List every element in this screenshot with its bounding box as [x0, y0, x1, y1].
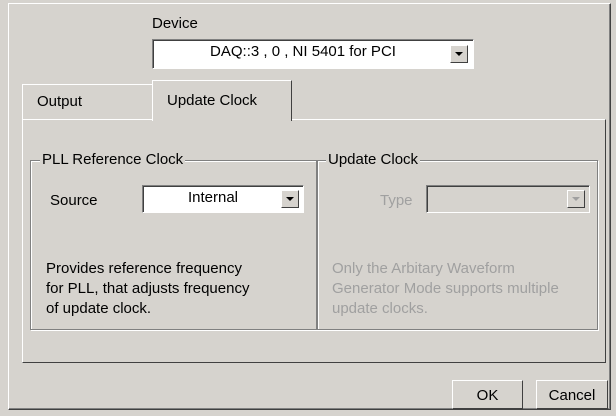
type-dropdown-button[interactable] — [567, 190, 585, 208]
tab-output[interactable]: Output — [22, 84, 153, 119]
pll-description: Provides reference frequency for PLL, th… — [46, 260, 250, 317]
chevron-down-icon — [455, 52, 463, 56]
source-dropdown-button[interactable] — [281, 190, 299, 208]
tab-update-clock[interactable]: Update Clock — [152, 80, 292, 121]
update-clock-description: Only the Arbitary Waveform Generator Mod… — [332, 260, 559, 317]
chevron-down-icon — [286, 197, 294, 201]
device-select-value: DAQ::3 , 0 , NI 5401 for PCI — [210, 43, 396, 60]
chevron-down-icon — [572, 197, 580, 201]
source-label: Source — [50, 192, 98, 209]
device-select[interactable]: DAQ::3 , 0 , NI 5401 for PCI — [152, 39, 474, 69]
tab-update-clock-label: Update Clock — [167, 92, 258, 109]
tab-output-label: Output — [37, 93, 83, 110]
ok-button-label: OK — [476, 387, 499, 404]
source-select[interactable]: Internal — [142, 185, 304, 213]
device-label: Device — [152, 15, 198, 32]
pll-group-title: PLL Reference Clock — [40, 151, 186, 168]
source-select-value: Internal — [187, 189, 239, 206]
device-dropdown-button[interactable] — [450, 45, 468, 63]
cancel-button-label: Cancel — [548, 387, 596, 404]
ok-button[interactable]: OK — [452, 380, 523, 409]
cancel-button[interactable]: Cancel — [536, 380, 608, 409]
type-label: Type — [380, 192, 413, 209]
update-clock-group-title: Update Clock — [326, 151, 421, 168]
type-select[interactable] — [426, 185, 590, 213]
